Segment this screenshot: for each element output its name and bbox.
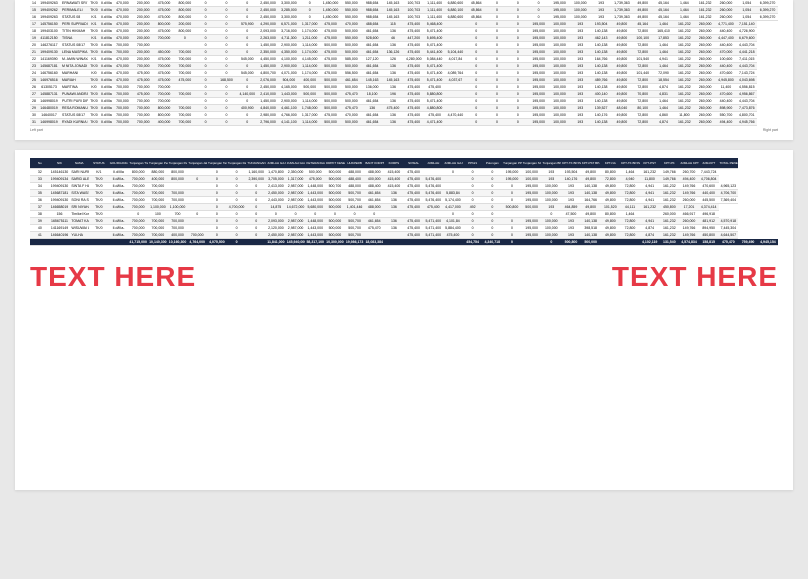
page-2: NoNIKNAMASTATUSGOL/RUANGTunjangan Transp… <box>15 150 793 490</box>
text-here-row: TEXT HERE TEXT HERE <box>30 261 778 293</box>
payroll-table-2: NoNIKNAMASTATUSGOL/RUANGTunjangan Transp… <box>30 158 778 246</box>
footer-right: Right part <box>763 128 778 132</box>
page-footer: Left part Right part <box>30 128 778 132</box>
page-1: 14199409263ERNAWATI SRI TASWANTOTK/0II.d… <box>15 0 793 140</box>
footer-left: Left part <box>30 128 43 132</box>
text-here-left: TEXT HERE <box>30 261 196 293</box>
text-here-right: TEXT HERE <box>612 261 778 293</box>
payroll-table-1: 14199409263ERNAWATI SRI TASWANTOTK/0II.d… <box>30 0 778 126</box>
